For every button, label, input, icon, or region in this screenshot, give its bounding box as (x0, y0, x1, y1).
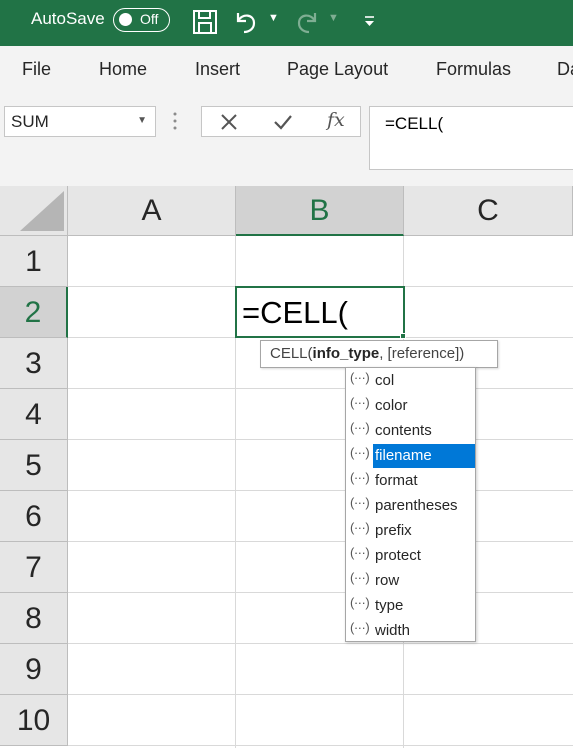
formula-text: =CELL( (385, 114, 444, 133)
name-box-value: SUM (11, 112, 49, 131)
value-icon: (···) (350, 370, 370, 385)
row-header-9[interactable]: 9 (0, 644, 68, 695)
tooltip-function-name[interactable]: CELL( (270, 345, 313, 362)
list-item-prefix[interactable]: (···) prefix (346, 519, 475, 544)
value-icon: (···) (350, 395, 370, 410)
value-icon: (···) (350, 470, 370, 485)
row-header-1[interactable]: 1 (0, 236, 68, 287)
list-item-label: row (375, 572, 400, 589)
row-header-4[interactable]: 4 (0, 389, 68, 440)
value-icon: (···) (350, 520, 370, 535)
list-item-label: color (375, 397, 408, 414)
row-header-10[interactable]: 10 (0, 695, 68, 746)
tab-page-layout[interactable]: Page Layout (287, 59, 388, 80)
tooltip-current-arg: info_type (312, 345, 380, 362)
gridline (68, 541, 573, 542)
list-item-label: format (375, 472, 418, 489)
list-item-protect[interactable]: (···) protect (346, 544, 475, 569)
toggle-knob (119, 13, 132, 26)
autocomplete-list: (···) col (···) color (···) contents (··… (345, 367, 476, 642)
row-header-3[interactable]: 3 (0, 338, 68, 389)
list-item-label: contents (375, 422, 432, 439)
enter-checkmark-icon[interactable] (273, 113, 293, 131)
autosave-label: AutoSave (31, 9, 105, 28)
undo-dropdown-icon[interactable]: ▼ (268, 12, 279, 24)
gridline (68, 592, 573, 593)
list-item-width[interactable]: (···) width (346, 619, 475, 644)
gridline (68, 694, 573, 695)
function-tooltip: CELL(info_type, [reference]) (260, 340, 498, 368)
column-header-c[interactable]: C (404, 186, 573, 236)
row-header-2[interactable]: 2 (0, 287, 68, 338)
gridline (68, 490, 573, 491)
gridline (68, 388, 573, 389)
list-item-contents[interactable]: (···) contents (346, 419, 475, 444)
autosave-state: Off (140, 11, 159, 27)
list-item-label: prefix (375, 522, 412, 539)
customize-toolbar-icon[interactable] (356, 8, 384, 36)
tab-home[interactable]: Home (99, 59, 147, 80)
active-cell-b2[interactable]: =CELL( (235, 286, 405, 338)
cancel-icon[interactable] (220, 113, 238, 131)
title-bar: AutoSave Off ▼ ▼ (0, 0, 573, 46)
value-icon: (···) (350, 495, 370, 510)
select-all-button[interactable] (0, 186, 68, 236)
list-item-label: filename (373, 444, 475, 468)
value-icon: (···) (350, 620, 370, 635)
name-box[interactable]: SUM ▼ (4, 106, 156, 137)
list-item-label: parentheses (375, 497, 458, 514)
gridline (68, 439, 573, 440)
list-item-label: type (375, 597, 404, 614)
row-header-6[interactable]: 6 (0, 491, 68, 542)
list-item-row[interactable]: (···) row (346, 569, 475, 594)
chevron-down-icon[interactable]: ▼ (137, 115, 147, 126)
autosave-toggle[interactable]: Off (113, 8, 170, 32)
column-header-b[interactable]: B (236, 186, 404, 236)
value-icon: (···) (350, 545, 370, 560)
row-header-5[interactable]: 5 (0, 440, 68, 491)
tab-formulas[interactable]: Formulas (436, 59, 511, 80)
value-icon: (···) (350, 420, 370, 435)
list-item-label: width (375, 622, 411, 639)
value-icon: (···) (350, 595, 370, 610)
undo-icon[interactable] (232, 8, 260, 36)
cell-b2-text: =CELL( (242, 295, 348, 330)
worksheet-grid: A B C 1 2 3 4 5 6 7 8 9 10 =CELL( CELL(i… (0, 186, 573, 748)
list-item-label: col (375, 372, 395, 389)
list-item-filename[interactable]: (···) filename (346, 444, 475, 469)
formula-buttons: fx (201, 106, 361, 137)
save-icon[interactable] (191, 8, 219, 36)
list-item-type[interactable]: (···) type (346, 594, 475, 619)
row-header-7[interactable]: 7 (0, 542, 68, 593)
insert-function-icon[interactable]: fx (327, 109, 345, 131)
list-item-format[interactable]: (···) format (346, 469, 475, 494)
ribbon-tabs: File Home Insert Page Layout Formulas Da (0, 46, 573, 96)
select-all-triangle-icon (20, 191, 64, 231)
list-item-color[interactable]: (···) color (346, 394, 475, 419)
gridline (68, 643, 573, 644)
tooltip-rest: , [reference]) (379, 345, 465, 362)
formula-bar: SUM ▼ fx =CELL( (0, 96, 573, 186)
redo-icon (297, 13, 317, 34)
excel-window: AutoSave Off ▼ ▼ File Home Insert Page L… (0, 0, 573, 748)
gridline (68, 745, 573, 746)
list-item-label: protect (375, 547, 421, 564)
list-item-parentheses[interactable]: (···) parentheses (346, 494, 475, 519)
column-header-a[interactable]: A (68, 186, 236, 236)
value-icon: (···) (350, 570, 370, 585)
redo-dropdown-icon: ▼ (328, 12, 339, 24)
fill-handle[interactable] (400, 333, 406, 339)
formula-input[interactable]: =CELL( (369, 106, 573, 170)
tab-insert[interactable]: Insert (195, 59, 240, 80)
row-header-8[interactable]: 8 (0, 593, 68, 644)
list-item-col[interactable]: (···) col (346, 369, 475, 394)
tab-data[interactable]: Da (557, 59, 573, 80)
value-icon: (···) (350, 445, 370, 460)
tab-file[interactable]: File (22, 59, 51, 80)
splitter-dots-icon[interactable] (172, 110, 178, 132)
